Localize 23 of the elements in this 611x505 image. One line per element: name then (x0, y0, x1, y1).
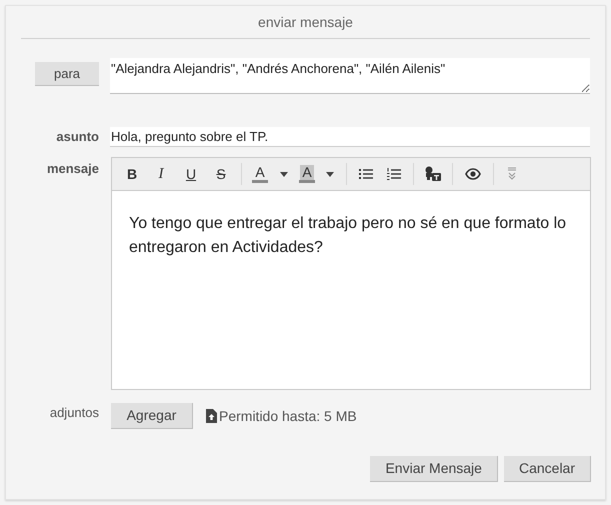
attachments-label: adjuntos (50, 404, 99, 422)
bold-button[interactable]: B (118, 161, 146, 187)
numbered-list-icon (386, 166, 402, 182)
message-editor[interactable]: Yo tengo que entregar el trabajo pero no sé en que formato lo entregaron en Actividades? (111, 191, 591, 390)
subject-field[interactable]: Hola, pregunto sobre el TP. (110, 127, 590, 147)
strikethrough-button[interactable]: S (206, 161, 236, 187)
size-limit-text: Permitido hasta: 5 MB (219, 406, 357, 426)
subject-label: asunto (56, 128, 99, 146)
underline-button[interactable]: U (176, 161, 206, 187)
recipients-field[interactable]: "Alejandra Alejandris", "Andrés Anchorena", "Ailén Ailenis" (110, 58, 590, 94)
text-color-button[interactable]: A (247, 161, 273, 187)
italic-button[interactable]: I (146, 161, 176, 187)
dialog-title: enviar mensaje (258, 12, 353, 32)
send-button[interactable]: Enviar Mensaje (370, 456, 498, 482)
bulleted-list-icon (358, 166, 374, 182)
to-button[interactable]: para (35, 62, 99, 86)
message-text: Yo tengo que entregar el trabajo pero no sé en que formato lo entregaron en Actividades? (129, 214, 568, 258)
file-upload-icon (206, 409, 217, 423)
highlight-button[interactable]: A (295, 161, 319, 187)
cancel-button[interactable]: Cancelar (504, 456, 591, 482)
add-attachment-button[interactable]: Agregar (111, 403, 193, 429)
speaker-text-icon (424, 166, 442, 182)
message-label: mensaje (46, 160, 99, 178)
